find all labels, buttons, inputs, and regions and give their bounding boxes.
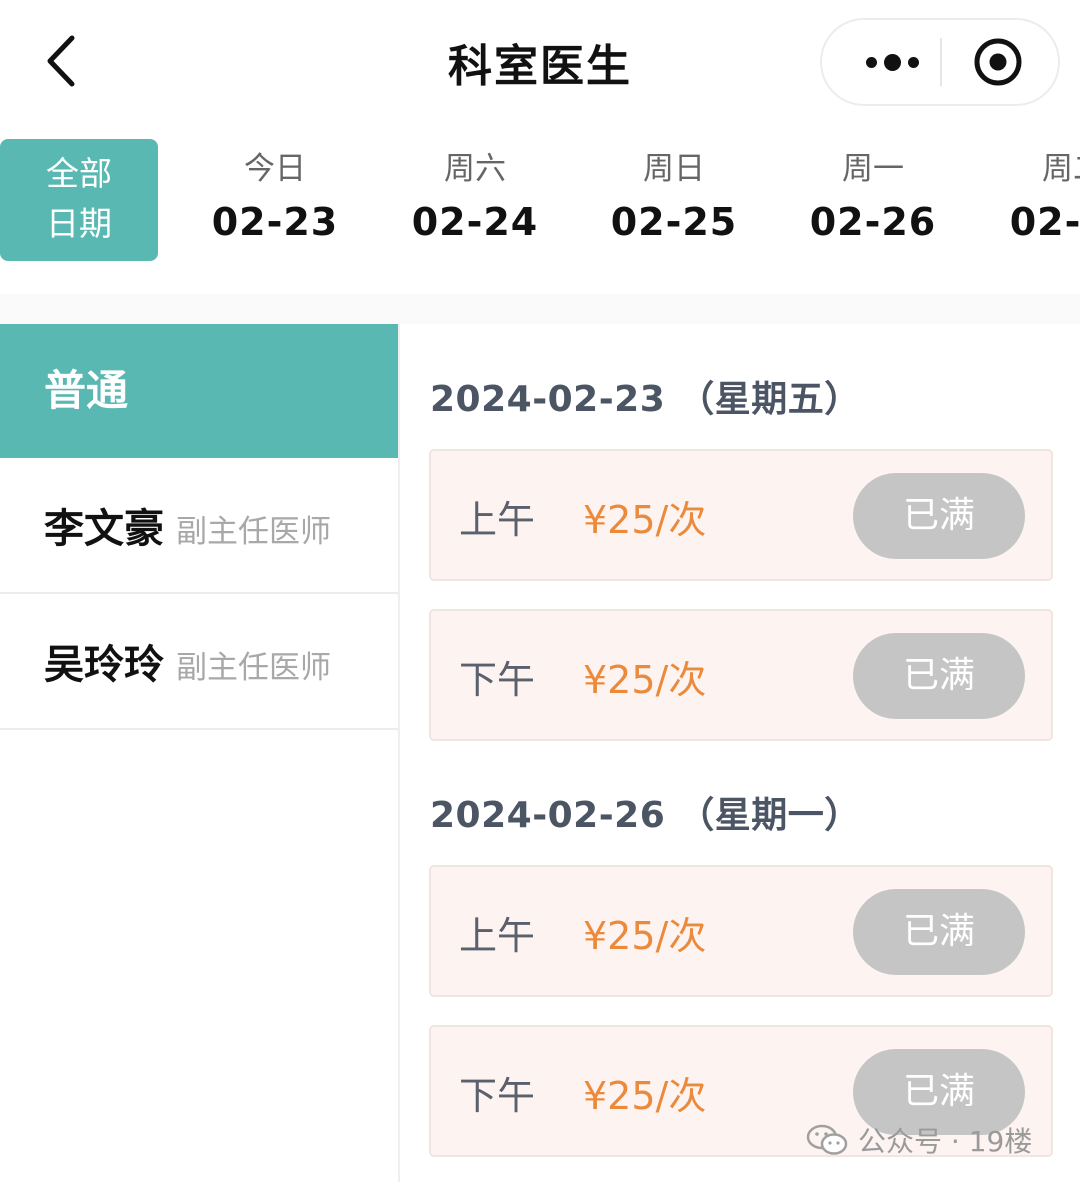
date-tab[interactable]: 周日 02-25 — [594, 146, 754, 252]
more-dots-icon — [883, 53, 901, 71]
doctor-sidebar: 普通 李文豪 副主任医师 吴玲玲 副主任医师 — [0, 324, 400, 1182]
date-tab-all[interactable]: 全部 日期 — [0, 139, 158, 261]
date-tab-weekday: 周二 — [1042, 151, 1080, 187]
time-slot: 下午 ¥25/次 已满 — [429, 609, 1053, 741]
date-tab[interactable]: 今日 02-23 — [195, 146, 355, 252]
date-tab[interactable]: 周一 02-26 — [793, 146, 953, 252]
doctor-name: 吴玲玲 — [44, 642, 164, 688]
slot-full-button[interactable]: 已满 — [853, 633, 1025, 719]
slot-price: ¥25/次 — [583, 1074, 707, 1118]
slot-price: ¥25/次 — [583, 498, 707, 542]
watermark: 公众号 · 19楼 — [806, 1120, 1032, 1160]
section-divider — [0, 294, 1080, 324]
date-selector: 全部 日期 今日 02-23 周六 02-24 周日 02-25 周一 02-2… — [0, 124, 1080, 294]
time-slot: 上午 ¥25/次 已满 — [429, 449, 1053, 581]
slot-period: 下午 — [459, 1074, 536, 1118]
doctor-item[interactable]: 吴玲玲 副主任医师 — [0, 594, 398, 730]
date-tab-all-line2: 日期 — [46, 204, 112, 243]
more-dots-icon — [907, 56, 919, 68]
doctor-name: 李文豪 — [44, 506, 164, 552]
date-tab-date: 02-23 — [211, 200, 339, 244]
slot-period: 上午 — [459, 498, 536, 542]
date-tab[interactable]: 周二 02-27 — [993, 146, 1080, 252]
slot-period: 下午 — [459, 658, 536, 702]
wechat-icon — [806, 1124, 848, 1155]
more-dots-icon — [865, 56, 877, 68]
schedule-date-heading: 2024-02-26 （星期一） — [430, 795, 861, 836]
target-circle-icon — [974, 38, 1022, 86]
capsule-divider — [940, 38, 942, 86]
doctor-item[interactable]: 李文豪 副主任医师 — [0, 458, 398, 594]
date-tab-weekday: 周一 — [842, 151, 904, 187]
close-mini-program-button[interactable] — [972, 36, 1024, 88]
slot-full-button[interactable]: 已满 — [853, 473, 1025, 559]
doctor-title: 副主任医师 — [176, 649, 331, 686]
date-tab-weekday: 周日 — [643, 151, 705, 187]
category-tab-general[interactable]: 普通 — [0, 324, 398, 458]
more-button[interactable] — [844, 20, 940, 104]
date-tab-weekday: 今日 — [244, 151, 306, 187]
nav-header: 科室医生 — [0, 0, 1080, 124]
mini-program-capsule — [820, 18, 1060, 106]
date-tab-date: 02-25 — [610, 200, 738, 244]
watermark-text: 公众号 · 19楼 — [858, 1125, 1033, 1158]
schedule-date-heading: 2024-02-23 （星期五） — [430, 379, 861, 420]
date-tab-date: 02-27 — [1009, 200, 1080, 244]
slot-price: ¥25/次 — [583, 658, 707, 702]
date-tab-date: 02-24 — [411, 200, 539, 244]
date-tab-date: 02-26 — [809, 200, 937, 244]
time-slot: 上午 ¥25/次 已满 — [429, 865, 1053, 997]
doctor-title: 副主任医师 — [176, 513, 331, 550]
date-tab-weekday: 周六 — [444, 151, 506, 187]
date-tab[interactable]: 周六 02-24 — [395, 146, 555, 252]
slot-period: 上午 — [459, 914, 536, 958]
slot-price: ¥25/次 — [583, 914, 707, 958]
schedule-panel: 2024-02-23 （星期五） 上午 ¥25/次 已满 下午 ¥25/次 已满… — [402, 324, 1080, 1182]
date-tab-all-line1: 全部 — [46, 154, 112, 193]
slot-full-button[interactable]: 已满 — [853, 889, 1025, 975]
